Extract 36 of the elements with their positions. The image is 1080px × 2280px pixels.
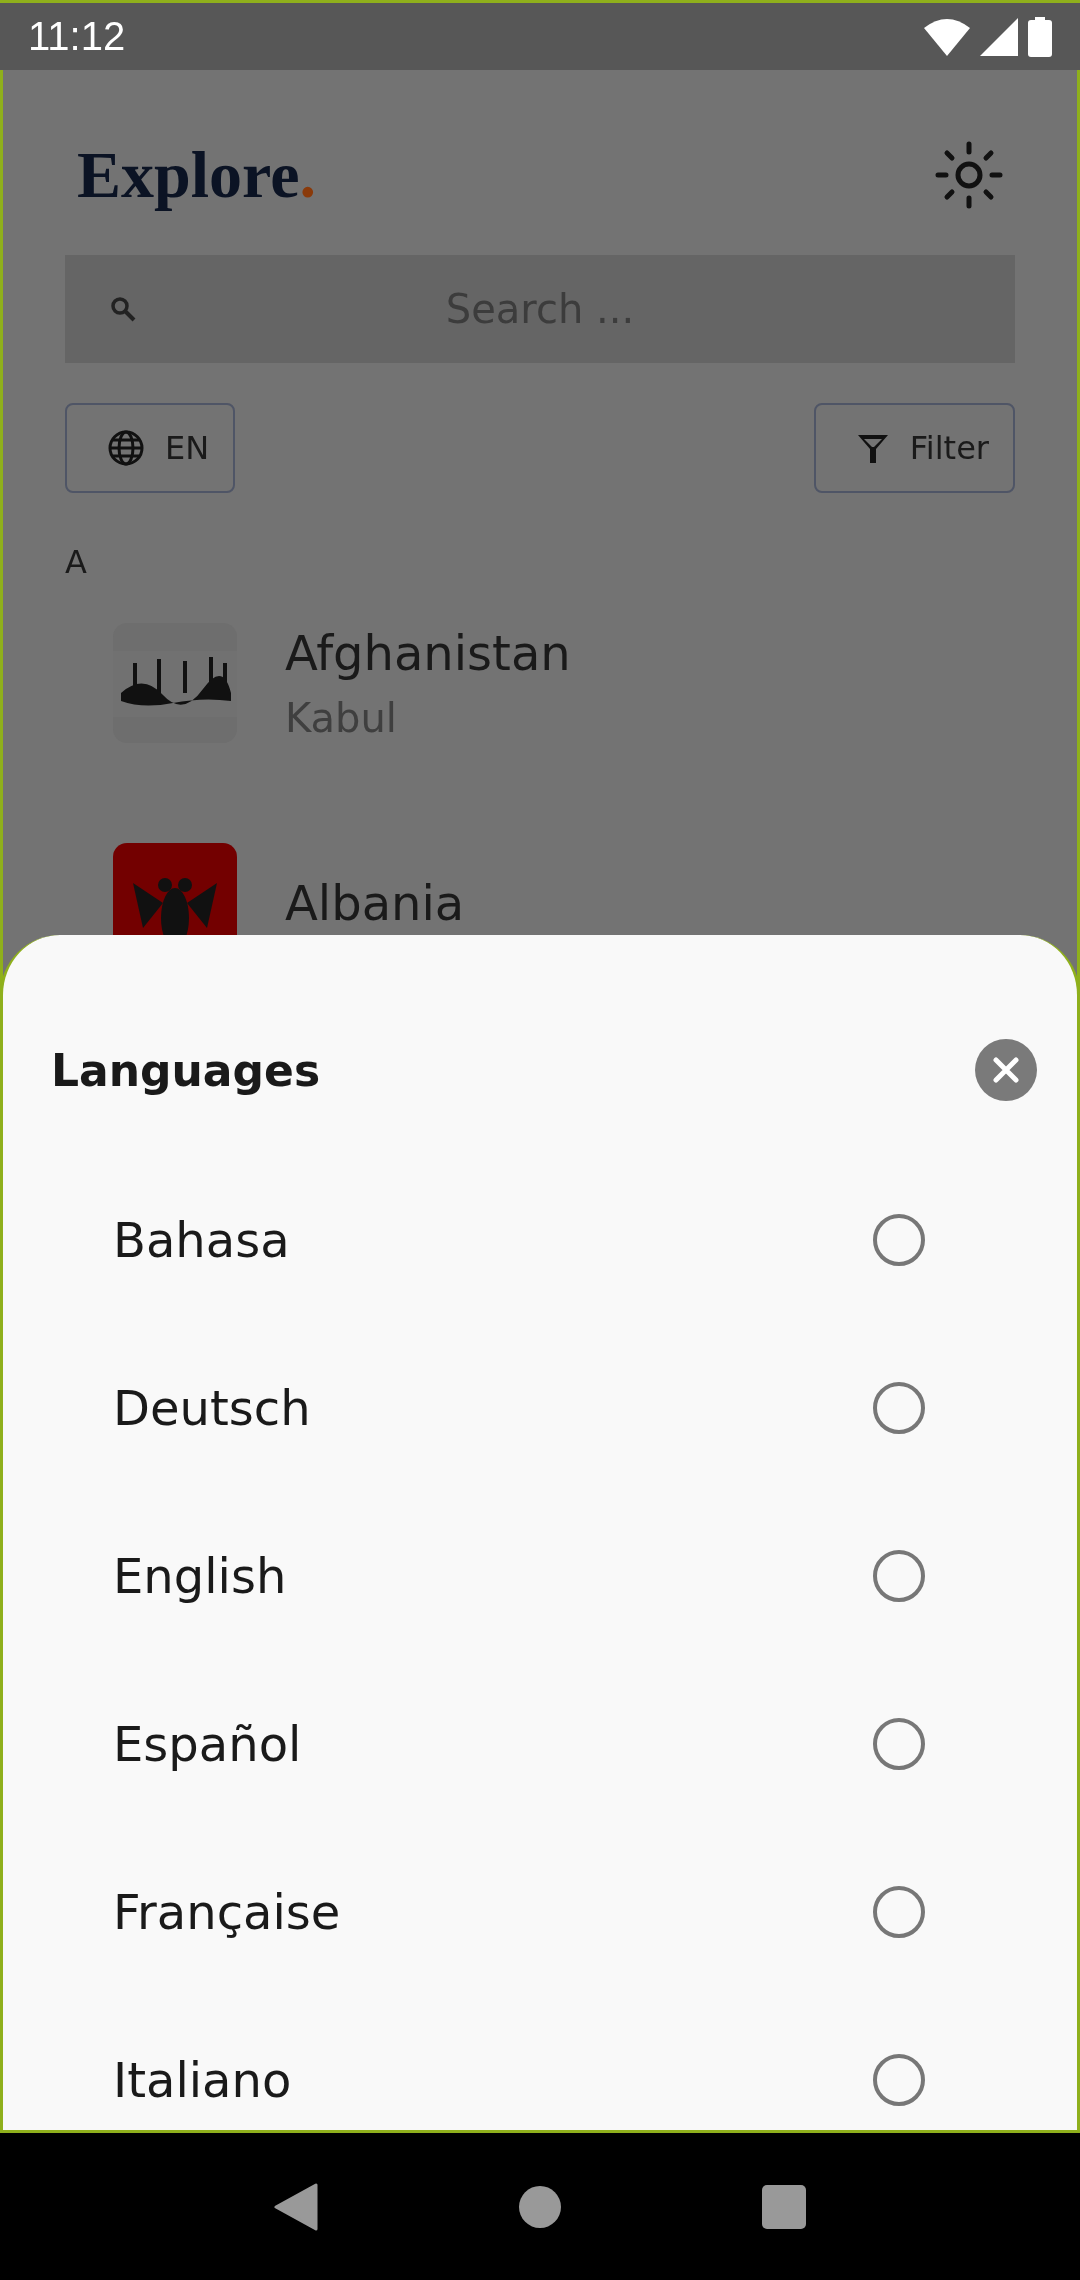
sheet-title: Languages — [51, 1044, 321, 1096]
radio-button[interactable] — [873, 1550, 925, 1602]
radio-button[interactable] — [873, 1718, 925, 1770]
recents-icon[interactable] — [762, 2184, 806, 2229]
language-option[interactable]: Française — [3, 1828, 1077, 1996]
home-icon[interactable] — [518, 2184, 562, 2229]
radio-button[interactable] — [873, 2054, 925, 2106]
close-icon — [992, 1056, 1020, 1084]
language-label: Française — [113, 1884, 341, 1940]
language-option[interactable]: Deutsch — [3, 1324, 1077, 1492]
language-button[interactable]: EN — [65, 403, 236, 493]
language-label: Italiano — [113, 2052, 292, 2108]
language-label: English — [113, 1548, 287, 1604]
language-option[interactable]: English — [3, 1492, 1077, 1660]
sun-icon[interactable] — [935, 141, 1003, 209]
battery-icon — [1028, 16, 1052, 57]
country-name: Afghanistan — [285, 625, 571, 681]
radio-button[interactable] — [873, 1214, 925, 1266]
filter-button[interactable]: Filter — [813, 403, 1015, 493]
search-icon — [109, 295, 137, 323]
radio-button[interactable] — [873, 1886, 925, 1938]
language-option[interactable]: Español — [3, 1660, 1077, 1828]
globe-icon — [107, 429, 145, 467]
language-label: Bahasa — [113, 1212, 290, 1268]
language-option[interactable]: Bahasa — [3, 1156, 1077, 1324]
app-logo: Explore. — [77, 137, 316, 213]
wifi-icon — [924, 17, 970, 56]
language-label: Español — [113, 1716, 302, 1772]
back-icon[interactable] — [274, 2182, 318, 2231]
status-time: 11:12 — [28, 14, 127, 59]
section-letter: A — [65, 543, 88, 581]
language-label: Deutsch — [113, 1380, 311, 1436]
signal-icon — [980, 17, 1018, 56]
language-option[interactable]: Italiano — [3, 1996, 1077, 2130]
radio-button[interactable] — [873, 1382, 925, 1434]
country-name: Albania — [285, 875, 465, 931]
